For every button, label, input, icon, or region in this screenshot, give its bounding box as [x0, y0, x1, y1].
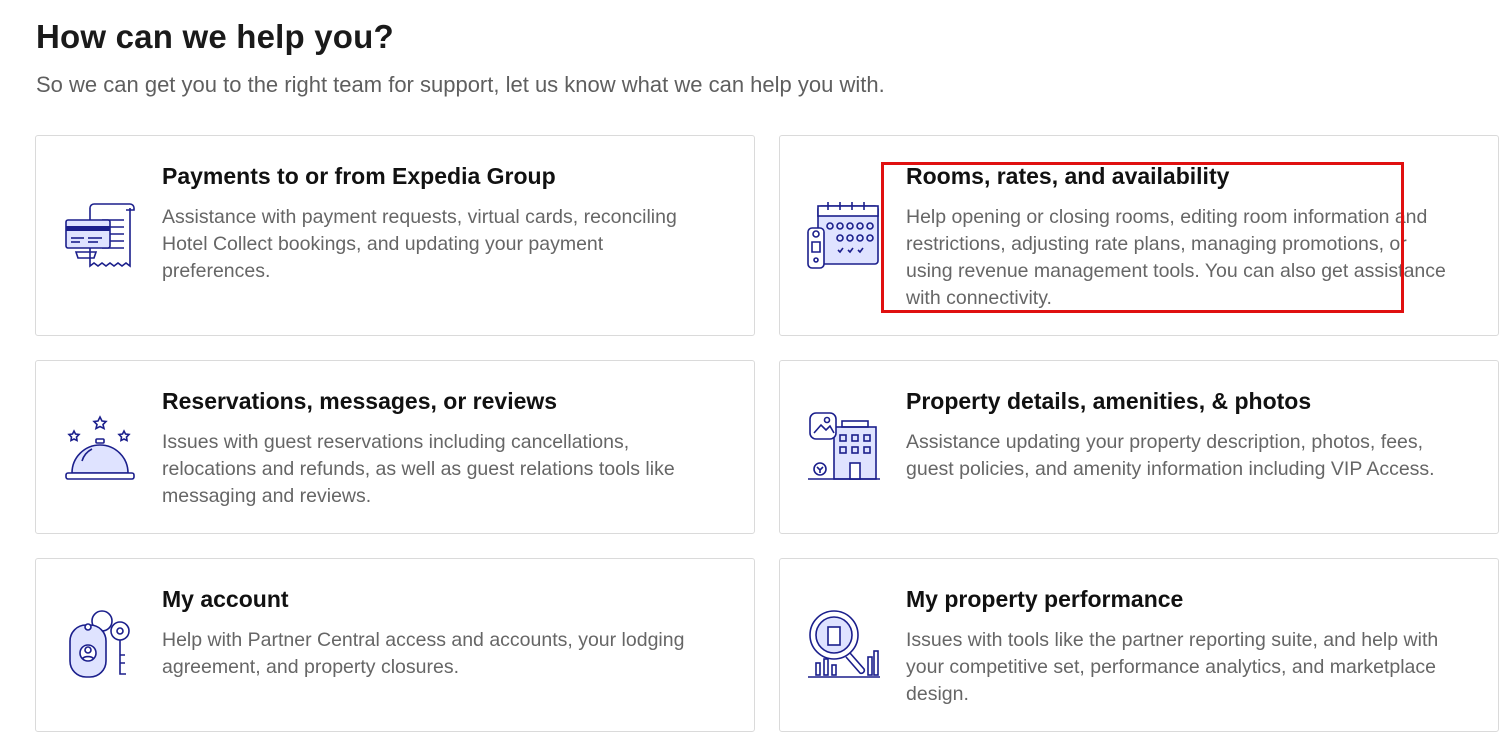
calendar-key-icon [806, 198, 882, 274]
card-payments[interactable]: Payments to or from Expedia Group Assist… [35, 135, 755, 336]
card-reservations[interactable]: Reservations, messages, or reviews Issue… [35, 360, 755, 534]
magnifier-chart-icon [806, 607, 882, 683]
page-title: How can we help you? [36, 18, 394, 55]
card-title: Reservations, messages, or reviews [162, 388, 558, 414]
building-photo-icon [806, 409, 882, 485]
card-title: Payments to or from Expedia Group [162, 163, 556, 189]
card-description: Issues with guest reservations including… [162, 431, 675, 507]
page-subtitle: So we can get you to the right team for … [36, 72, 885, 97]
payment-card-receipt-icon [62, 200, 138, 276]
card-description: Assistance updating your property descri… [906, 431, 1435, 480]
card-description: Assistance with payment requests, virtua… [162, 206, 677, 282]
card-title: Property details, amenities, & photos [906, 388, 1312, 414]
card-property-details[interactable]: Property details, amenities, & photos As… [779, 360, 1499, 534]
card-title: My property performance [906, 586, 1184, 612]
card-description: Help opening or closing rooms, editing r… [906, 206, 1446, 309]
card-my-account[interactable]: My account Help with Partner Central acc… [35, 558, 755, 732]
keys-icon [62, 607, 138, 683]
card-description: Help with Partner Central access and acc… [162, 629, 685, 678]
card-property-performance[interactable]: My property performance Issues with tool… [779, 558, 1499, 732]
card-rooms-rates[interactable]: Rooms, rates, and availability Help open… [779, 135, 1499, 336]
card-title: My account [162, 586, 289, 612]
card-title: Rooms, rates, and availability [906, 163, 1230, 189]
card-description: Issues with tools like the partner repor… [906, 629, 1439, 705]
service-bell-icon [62, 411, 138, 487]
